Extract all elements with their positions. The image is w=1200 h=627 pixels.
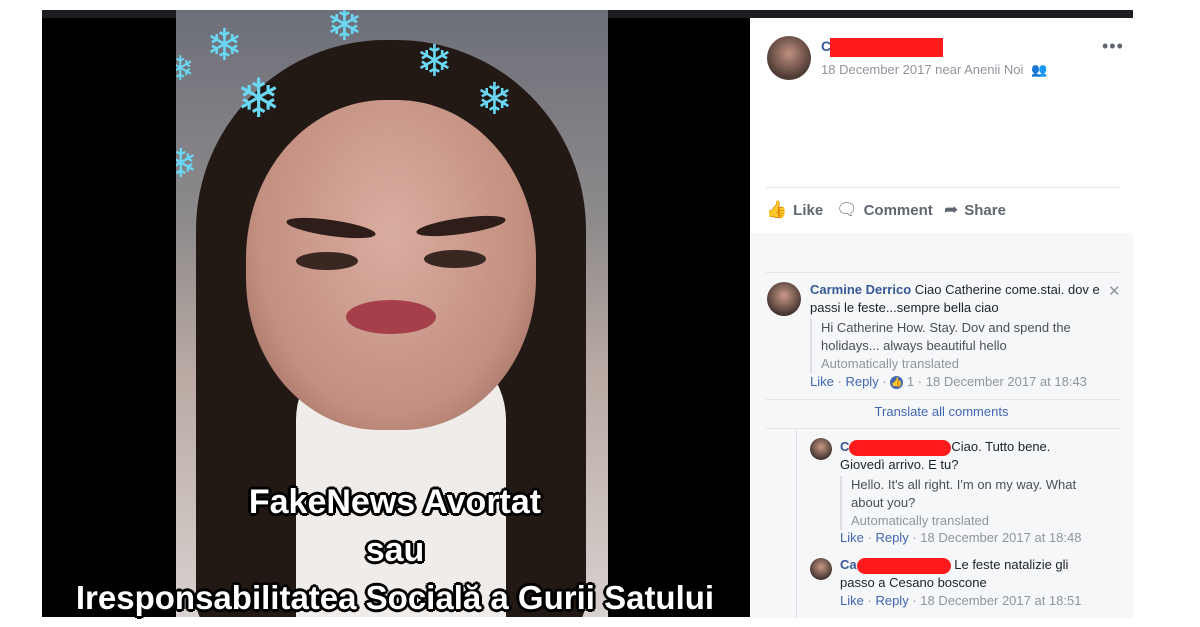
comment-author[interactable]: Carmine Derrico: [810, 282, 911, 297]
reply-like-link[interactable]: Like: [840, 530, 864, 545]
snowflake-icon: ❄: [416, 37, 453, 86]
reply-timestamp[interactable]: 18 December 2017 at 18:48: [920, 530, 1081, 545]
reply-reply-link[interactable]: Reply: [875, 530, 908, 545]
comment-button[interactable]: 🗨 Comment: [836, 200, 933, 220]
comment-translation: Hi Catherine How. Stay. Dov and spend th…: [810, 319, 1111, 373]
photo-lips: [346, 300, 436, 334]
redaction-bar: [856, 557, 951, 574]
commenter-avatar[interactable]: [767, 282, 801, 316]
photo-left-brow: [285, 213, 377, 243]
translate-all-link[interactable]: Translate all comments: [750, 404, 1133, 419]
share-button[interactable]: ➦ Share: [944, 200, 1006, 220]
post-date-location[interactable]: 18 December 2017 near Anenii Noi: [821, 62, 1023, 77]
photo-right-eye: [424, 250, 486, 268]
photo-right-brow: [415, 211, 507, 241]
friends-icon[interactable]: 👥: [1031, 62, 1047, 77]
reply-actions: Like · Reply · 18 December 2017 at 18:48: [840, 530, 1082, 545]
divider: [766, 272, 1121, 273]
snowflake-icon: ❄: [476, 75, 513, 124]
comment-icon: 🗨: [836, 200, 858, 219]
reply-translation: Hello. It's all right. I'm on my way. Wh…: [840, 476, 1101, 530]
snowflake-icon: ❄: [236, 69, 282, 129]
reply-avatar[interactable]: [810, 558, 832, 580]
translation-note: Automatically translated: [821, 356, 960, 371]
reply-actions: Like · Reply · 18 December 2017 at 18:51: [840, 593, 1082, 608]
reply-thread-line: [796, 430, 797, 618]
snowflake-icon: ❄: [176, 142, 198, 186]
reply-reply-link[interactable]: Reply: [875, 593, 908, 608]
comment: Carmine Derrico Ciao Catherine come.stai…: [810, 281, 1110, 317]
reply: C Ciao. Tutto bene. Giovedì arrivo. E tu?: [840, 438, 1090, 474]
share-label: Share: [964, 202, 1006, 219]
headline-line-2: sau: [365, 531, 425, 569]
headline-line-3: Iresponsabilitatea Socială a Gurii Satul…: [75, 579, 715, 616]
redaction-bar: [830, 38, 943, 57]
divider: [766, 399, 1121, 400]
comment-reply-link[interactable]: Reply: [845, 374, 878, 389]
reply-timestamp[interactable]: 18 December 2017 at 18:51: [920, 593, 1081, 608]
comment-like-link[interactable]: Like: [810, 374, 834, 389]
photo-face: [246, 100, 536, 430]
comment-actions: Like · Reply · 👍 1 · 18 December 2017 at…: [810, 374, 1087, 390]
snowflake-icon: ❄: [206, 21, 243, 70]
reaction-count[interactable]: 1: [907, 374, 914, 389]
like-reaction-icon: 👍: [890, 376, 904, 390]
comment-label: Comment: [863, 202, 933, 219]
share-icon: ➦: [944, 200, 959, 219]
snowflake-icon: ❄: [176, 50, 195, 88]
snowflake-icon: ❄: [326, 10, 363, 50]
thumbs-up-icon: 👍: [766, 200, 788, 219]
more-options-icon[interactable]: •••: [1102, 36, 1124, 57]
headline-overlay: FakeNews Avortat sau Iresponsabilitatea …: [0, 478, 790, 622]
reply: Ca Le feste natalizie gli passo a Cesano…: [840, 556, 1090, 592]
close-icon[interactable]: ✕: [1108, 282, 1121, 300]
like-label: Like: [793, 202, 824, 219]
post-side-panel: C 18 December 2017 near Anenii Noi 👥 •••…: [750, 18, 1133, 618]
translation-text: Hi Catherine How. Stay. Dov and spend th…: [821, 320, 1071, 353]
like-button[interactable]: 👍 Like: [766, 200, 823, 220]
redaction-bar: [849, 439, 952, 456]
reply-like-link[interactable]: Like: [840, 593, 864, 608]
comment-timestamp[interactable]: 18 December 2017 at 18:43: [926, 374, 1087, 389]
translation-text: Hello. It's all right. I'm on my way. Wh…: [851, 477, 1077, 510]
reply-author[interactable]: C: [840, 439, 849, 454]
reply-author[interactable]: Ca: [840, 557, 857, 572]
author-avatar[interactable]: [767, 36, 811, 80]
headline-line-1: FakeNews Avortat: [248, 483, 542, 521]
divider: [766, 428, 1121, 429]
translation-note: Automatically translated: [851, 513, 990, 528]
photo-left-eye: [296, 252, 358, 270]
divider: [766, 187, 1121, 188]
post-meta: 18 December 2017 near Anenii Noi 👥: [821, 62, 1047, 78]
reply-avatar[interactable]: [810, 438, 832, 460]
